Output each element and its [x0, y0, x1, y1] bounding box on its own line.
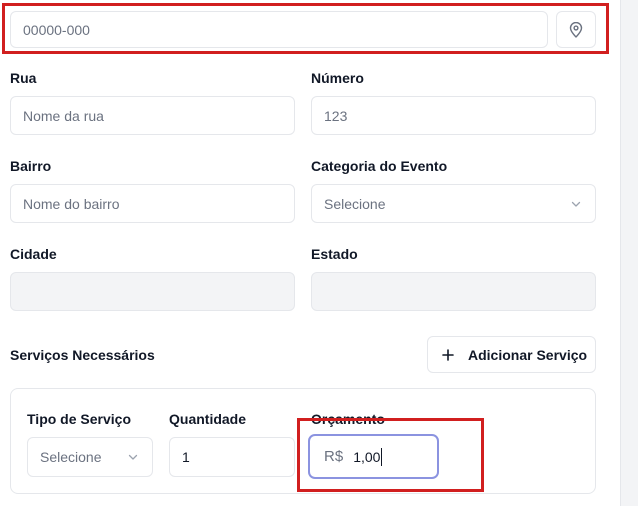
- chevron-down-icon: [571, 201, 581, 207]
- cidade-input: [10, 272, 295, 311]
- bairro-placeholder: Nome do bairro: [23, 195, 120, 212]
- cep-highlight-frame: [2, 3, 609, 54]
- categoria-select[interactable]: Selecione: [311, 184, 596, 223]
- event-address-form: 00000-000 Rua Nome da rua Número 123 Bai…: [0, 0, 638, 506]
- numero-label: Número: [311, 70, 364, 86]
- tipo-servico-selected: Selecione: [40, 449, 102, 465]
- tipo-servico-select[interactable]: Selecione: [27, 437, 153, 477]
- categoria-selected: Selecione: [324, 195, 386, 212]
- services-title: Serviços Necessários: [10, 347, 155, 363]
- bairro-label: Bairro: [10, 158, 52, 174]
- rua-placeholder: Nome da rua: [23, 107, 104, 124]
- rua-input[interactable]: Nome da rua: [10, 96, 295, 135]
- rua-label: Rua: [10, 70, 37, 86]
- vertical-scrollbar[interactable]: [620, 0, 638, 506]
- chevron-down-icon: [128, 454, 138, 460]
- quantidade-input[interactable]: 1: [169, 437, 295, 477]
- numero-input[interactable]: 123: [311, 96, 596, 135]
- quantidade-label: Quantidade: [169, 411, 247, 427]
- add-service-button[interactable]: Adicionar Serviço: [427, 336, 596, 373]
- add-service-label: Adicionar Serviço: [468, 346, 588, 363]
- estado-label: Estado: [311, 246, 358, 262]
- numero-placeholder: 123: [324, 107, 348, 124]
- quantidade-value: 1: [182, 449, 190, 465]
- categoria-label: Categoria do Evento: [311, 158, 448, 174]
- tipo-servico-label: Tipo de Serviço: [27, 411, 131, 427]
- bairro-input[interactable]: Nome do bairro: [10, 184, 295, 223]
- orcamento-highlight-frame: [297, 418, 484, 492]
- plus-icon: [442, 348, 454, 361]
- cidade-label: Cidade: [10, 246, 57, 262]
- estado-input: [311, 272, 596, 311]
